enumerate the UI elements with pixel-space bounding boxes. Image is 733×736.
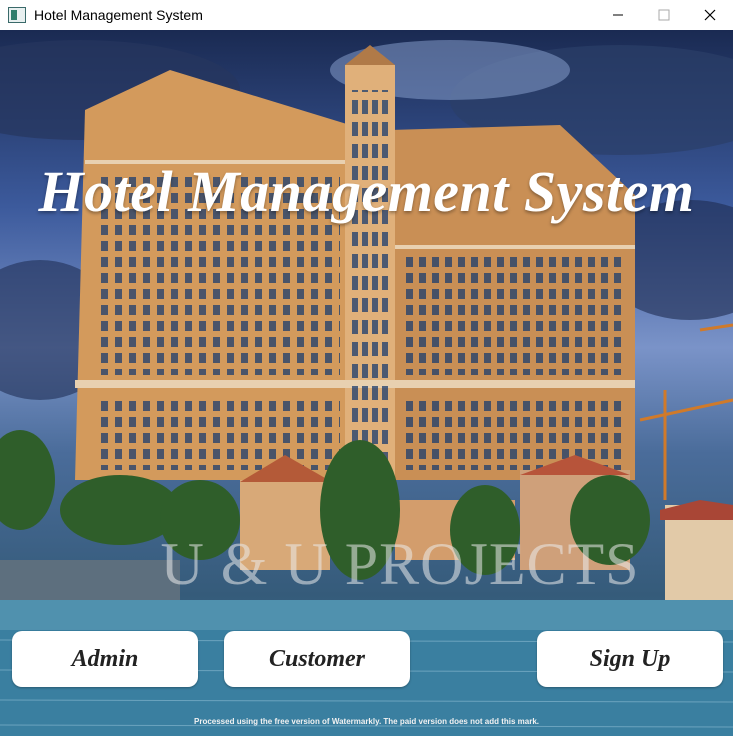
close-button[interactable] xyxy=(687,0,733,30)
minimize-icon xyxy=(613,14,623,16)
maximize-button[interactable] xyxy=(641,0,687,30)
app-icon xyxy=(8,7,26,23)
watermark-text: U & U PROJECTS xyxy=(160,531,640,597)
minimize-button[interactable] xyxy=(595,0,641,30)
window-title: Hotel Management System xyxy=(34,7,203,23)
admin-button[interactable]: Admin xyxy=(12,631,198,687)
window-titlebar: Hotel Management System xyxy=(0,0,733,30)
main-content: Hotel Management System U & U PROJECTS A… xyxy=(0,30,733,736)
signup-button[interactable]: Sign Up xyxy=(537,631,723,687)
customer-button[interactable]: Customer xyxy=(224,631,410,687)
app-headline: Hotel Management System xyxy=(38,159,695,224)
watermark-footer-note: Processed using the free version of Wate… xyxy=(194,717,539,726)
close-icon xyxy=(704,9,716,21)
maximize-icon xyxy=(658,9,670,21)
